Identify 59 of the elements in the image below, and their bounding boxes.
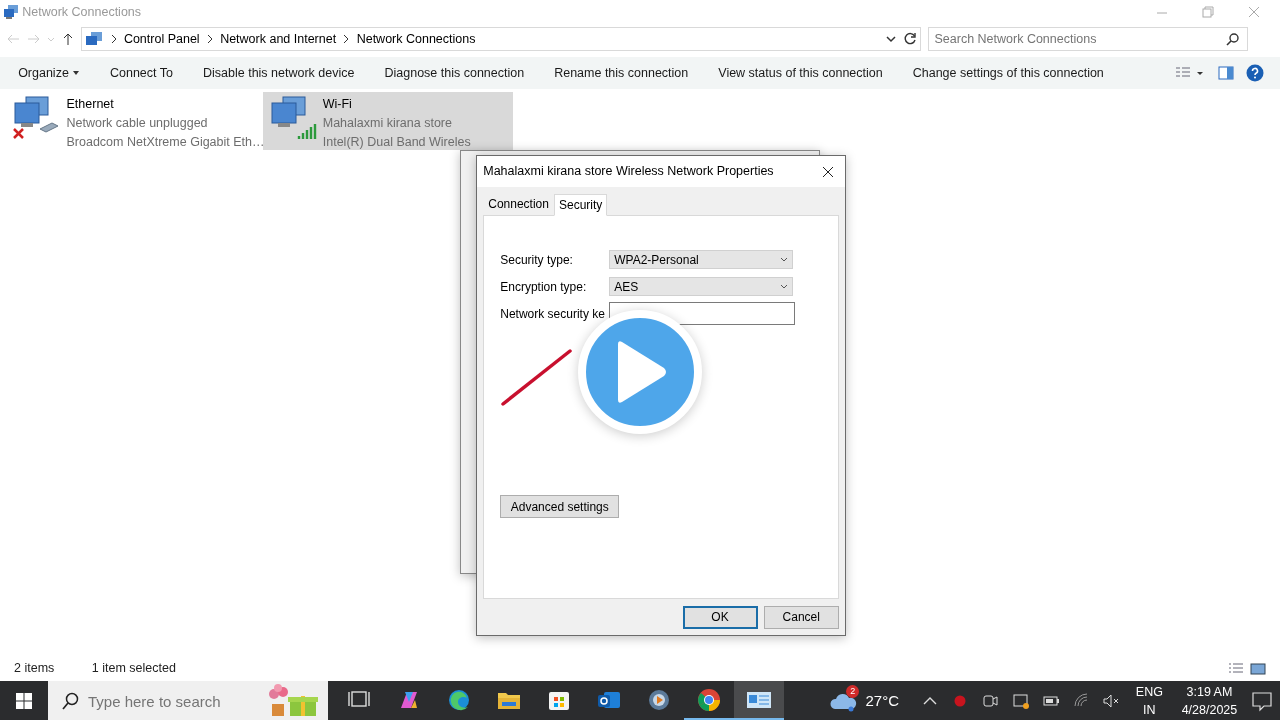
- dialog-button[interactable]: OK: [682, 605, 758, 629]
- chevron-right-icon: [342, 34, 351, 44]
- temperature: 27°C: [865, 690, 900, 711]
- chevron-right-icon: [109, 34, 118, 44]
- field-label: Security type:: [500, 251, 574, 269]
- dropdown-field[interactable]: AES: [609, 277, 794, 296]
- chevron-down-icon: [780, 283, 789, 290]
- toolbar-button[interactable]: Rename this connection: [539, 63, 704, 83]
- connection-status: Mahalaxmi kirana store: [322, 115, 453, 133]
- search-icon: [62, 692, 80, 711]
- notification-icon[interactable]: [1249, 689, 1274, 714]
- toolbar-button[interactable]: Connect To: [95, 63, 188, 83]
- network-folder-icon: [3, 4, 20, 20]
- display-icon[interactable]: [1011, 691, 1030, 712]
- taskbar-app-button[interactable]: [734, 681, 785, 720]
- connection-name: Wi-Fi: [322, 96, 353, 114]
- refresh-icon[interactable]: [903, 32, 918, 46]
- selection-count: 1 item selected: [91, 660, 176, 678]
- control-panel-icon: [85, 31, 104, 47]
- dropdown-caret-icon[interactable]: [884, 33, 897, 45]
- address-bar[interactable]: Control Panel Network and Internet Network Connections: [81, 27, 922, 51]
- breadcrumb-link[interactable]: Network Connections: [356, 29, 476, 49]
- connection-item[interactable]: Wi-Fi Mahalaxmi kirana store Intel(R) Dual Band Wireles: [262, 92, 513, 151]
- toolbar-button[interactable]: Change settings of this connection: [897, 63, 1119, 83]
- chevron-down-icon: [780, 256, 789, 263]
- search-field[interactable]: Search Network Connections: [927, 27, 1248, 51]
- language-indicator[interactable]: ENG IN: [1135, 683, 1163, 720]
- field-label: Encryption type:: [500, 278, 588, 296]
- notification-badge: 2: [846, 685, 860, 699]
- dialog-button[interactable]: Cancel: [763, 605, 839, 629]
- flowers-and-gift-icon: [266, 684, 318, 719]
- chevron-right-icon: [205, 34, 214, 44]
- advanced-settings-button[interactable]: Advanced settings: [500, 495, 620, 518]
- field-label: Network security ke: [500, 305, 606, 323]
- dialog-title: Mahalaxmi kirana store Wireless Network Properties: [483, 163, 774, 181]
- clock-date[interactable]: 4/28/2025: [1181, 701, 1238, 720]
- breadcrumb-link[interactable]: Control Panel: [123, 29, 200, 49]
- up-arrow-icon[interactable]: [61, 32, 75, 46]
- large-icons-view-icon[interactable]: [1250, 661, 1266, 676]
- toolbar-button[interactable]: Diagnose this connection: [369, 63, 540, 83]
- toolbar-button[interactable]: Organize: [3, 63, 95, 83]
- dialog-tab[interactable]: Security: [553, 194, 608, 216]
- breadcrumb-link[interactable]: Network and Internet: [220, 29, 337, 49]
- toolbar-button[interactable]: Disable this network device: [188, 63, 370, 83]
- preview-pane-icon[interactable]: [1217, 66, 1234, 81]
- close-icon[interactable]: [820, 164, 835, 179]
- adapter-name: Intel(R) Dual Band Wireles: [322, 134, 471, 152]
- connection-name: Ethernet: [66, 96, 115, 114]
- taskbar-search-field[interactable]: Type here to search: [48, 681, 328, 720]
- help-icon[interactable]: [1246, 64, 1265, 83]
- clock-time[interactable]: 3:19 AM: [1186, 683, 1233, 702]
- dialog-tab[interactable]: Connection: [483, 193, 554, 215]
- dropdown-field[interactable]: WPA2-Personal: [609, 250, 794, 269]
- search-icon[interactable]: [1225, 32, 1240, 46]
- window-title: Network Connections: [22, 3, 142, 21]
- toolbar-button[interactable]: View status of this connection: [703, 63, 898, 83]
- item-count: 2 items: [14, 660, 55, 678]
- adapter-name: Broadcom NetXtreme Gigabit Eth…: [66, 134, 265, 152]
- connection-status: Network cable unplugged: [66, 115, 209, 133]
